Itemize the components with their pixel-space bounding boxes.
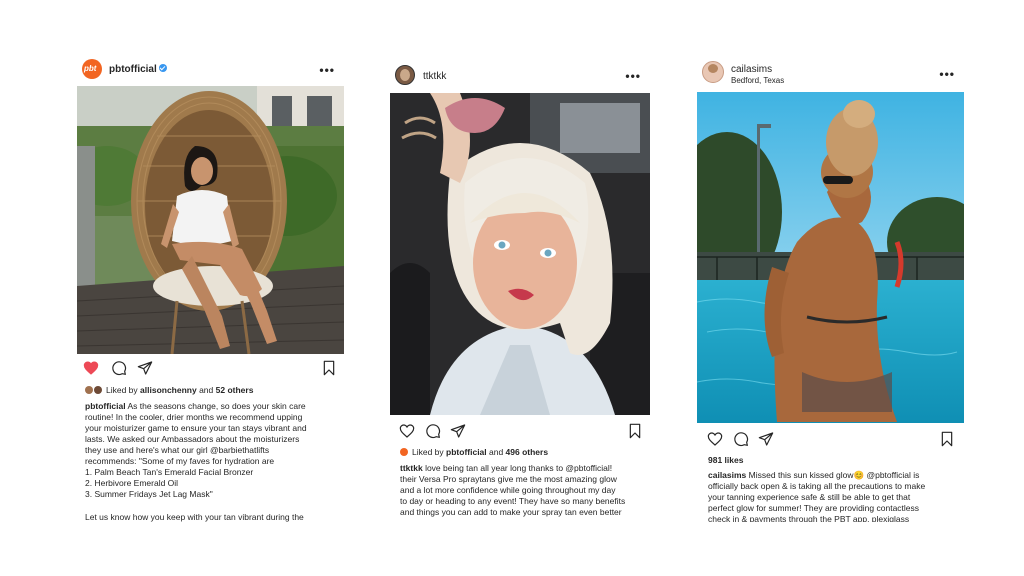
caption-username[interactable]: cailasims bbox=[708, 470, 746, 480]
liked-others-link[interactable]: 52 others bbox=[216, 385, 254, 395]
bookmark-icon[interactable] bbox=[321, 360, 337, 376]
avatar[interactable] bbox=[395, 65, 415, 85]
photo-blonde-selfie-in-car bbox=[390, 93, 650, 415]
more-icon[interactable]: ••• bbox=[939, 68, 955, 80]
more-icon[interactable]: ••• bbox=[625, 70, 641, 82]
heart-icon[interactable] bbox=[83, 360, 99, 376]
bookmark-icon[interactable] bbox=[939, 431, 955, 447]
share-icon[interactable] bbox=[758, 431, 774, 447]
post-header: ttktkk ••• bbox=[385, 58, 655, 92]
post-pbtofficial: pbt pbtofficial ••• Liked by allisonchen… bbox=[73, 52, 349, 532]
liked-by: Liked by pbtofficial and 496 others bbox=[400, 447, 548, 457]
post-photo[interactable] bbox=[77, 86, 344, 354]
username[interactable]: ttktkk bbox=[423, 71, 446, 82]
comment-icon[interactable] bbox=[425, 423, 441, 439]
post-actions bbox=[707, 431, 957, 449]
post-photo[interactable] bbox=[390, 93, 650, 415]
verified-badge-icon bbox=[158, 64, 167, 72]
comment-icon[interactable] bbox=[111, 360, 127, 376]
post-cailasims: cailasims Bedford, Texas ••• 981 likes c… bbox=[691, 52, 969, 522]
caption: ttktkk love being tan all year long than… bbox=[400, 463, 626, 517]
likes-count[interactable]: 981 likes bbox=[708, 455, 743, 465]
caption-username[interactable]: ttktkk bbox=[400, 463, 423, 473]
photo-woman-in-pool bbox=[697, 92, 964, 423]
liker-avatar bbox=[94, 386, 102, 394]
username[interactable]: cailasims bbox=[731, 64, 772, 75]
avatar[interactable]: pbt bbox=[82, 59, 102, 79]
caption: pbtofficial As the seasons change, so do… bbox=[85, 401, 307, 522]
location[interactable]: Bedford, Texas bbox=[731, 76, 784, 85]
caption: cailasims Missed this sun kissed glow😊 @… bbox=[708, 470, 926, 522]
caption-username[interactable]: pbtofficial bbox=[85, 401, 126, 411]
post-header: cailasims Bedford, Texas ••• bbox=[691, 52, 969, 86]
liked-others-link[interactable]: 496 others bbox=[506, 447, 549, 457]
more-icon[interactable]: ••• bbox=[319, 64, 335, 76]
post-ttktkk: ttktkk ••• Liked by pbtofficial and 496 … bbox=[385, 58, 655, 520]
username[interactable]: pbtofficial bbox=[109, 64, 167, 75]
liked-user-link[interactable]: pbtofficial bbox=[446, 447, 487, 457]
post-header: pbt pbtofficial ••• bbox=[73, 52, 349, 86]
liker-avatar bbox=[400, 448, 408, 456]
post-actions bbox=[83, 360, 339, 378]
liked-by: Liked by allisonchenny and 52 others bbox=[85, 385, 253, 395]
bookmark-icon[interactable] bbox=[627, 423, 643, 439]
avatar[interactable] bbox=[702, 61, 724, 83]
comment-icon[interactable] bbox=[733, 431, 749, 447]
heart-icon[interactable] bbox=[399, 423, 415, 439]
share-icon[interactable] bbox=[137, 360, 153, 376]
post-actions bbox=[399, 423, 647, 441]
share-icon[interactable] bbox=[450, 423, 466, 439]
post-photo[interactable] bbox=[697, 92, 964, 423]
liked-user-link[interactable]: allisonchenny bbox=[140, 385, 197, 395]
avatar-text: pbt bbox=[84, 64, 97, 73]
liker-avatar bbox=[85, 386, 93, 394]
photo-woman-in-wicker-chair bbox=[77, 86, 344, 354]
heart-icon[interactable] bbox=[707, 431, 723, 447]
